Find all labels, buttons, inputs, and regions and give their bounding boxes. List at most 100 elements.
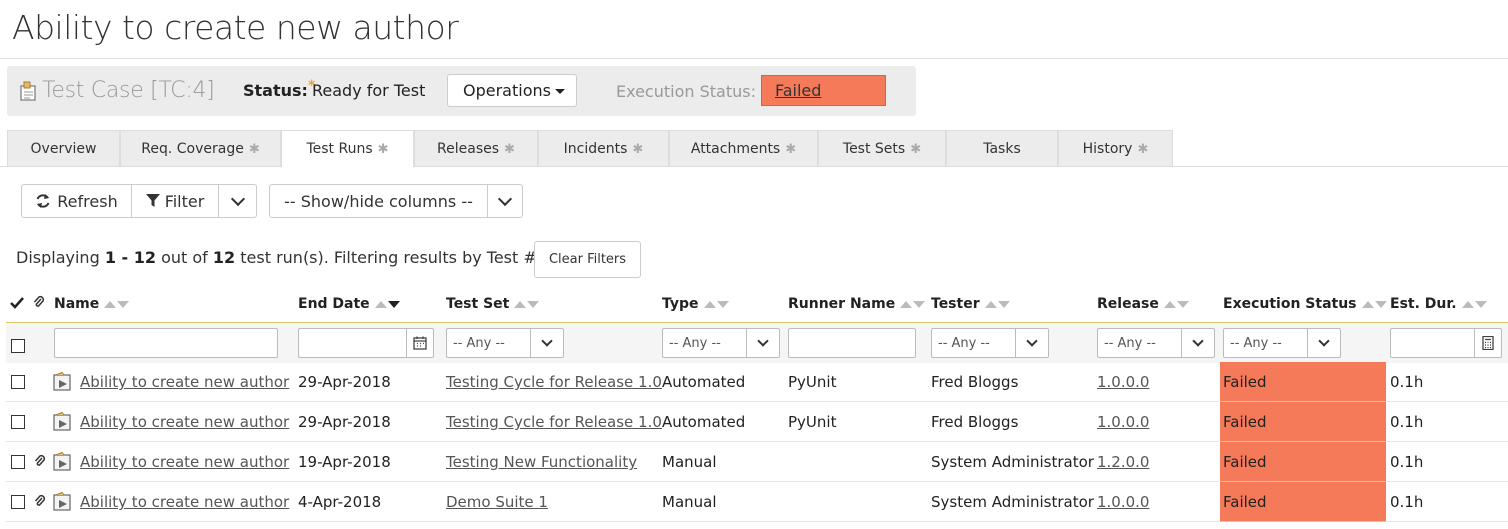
table-row[interactable]: Ability to create new author 19-Apr-2018… <box>6 442 1508 482</box>
star-icon: ✱ <box>1137 141 1149 157</box>
test-set-link[interactable]: Testing Cycle for Release 1.0 <box>446 413 662 431</box>
runner-name-filter-input[interactable] <box>788 328 916 358</box>
tab-history[interactable]: History ✱ <box>1058 130 1173 167</box>
star-icon: ✱ <box>910 141 922 157</box>
column-header-type[interactable]: Type <box>662 296 729 312</box>
release-filter-select[interactable]: -- Any -- <box>1097 328 1215 358</box>
test-set-link[interactable]: Testing New Functionality <box>446 453 637 471</box>
calculator-button[interactable] <box>1474 328 1502 358</box>
tabs-divider <box>0 166 1508 167</box>
type-cell: Automated <box>662 373 746 391</box>
tab-attachments[interactable]: Attachments ✱ <box>669 130 818 167</box>
status-value: Ready for Test <box>312 81 426 100</box>
end-date-cell: 29-Apr-2018 <box>298 413 391 431</box>
release-link[interactable]: 1.0.0.0 <box>1097 493 1149 511</box>
execution-status-badge[interactable]: Failed <box>761 75 886 106</box>
est-dur-cell: 0.1h <box>1390 373 1424 391</box>
attachment-icon[interactable] <box>34 454 46 469</box>
column-header-name[interactable]: Name <box>54 296 130 312</box>
operations-button[interactable]: Operations <box>447 74 577 107</box>
tester-filter-select[interactable]: -- Any -- <box>931 328 1049 358</box>
sort-icon[interactable] <box>900 296 926 312</box>
sort-icon[interactable] <box>703 296 729 312</box>
sort-icon[interactable] <box>984 296 1010 312</box>
test-set-link[interactable]: Demo Suite 1 <box>446 493 548 511</box>
row-checkbox[interactable] <box>11 415 25 429</box>
release-link[interactable]: 1.0.0.0 <box>1097 413 1149 431</box>
results-summary: Displaying 1 - 12 out of 12 test run(s).… <box>16 248 542 267</box>
tab-test-runs[interactable]: Test Runs ✱ <box>281 130 414 168</box>
end-date-filter-input[interactable] <box>298 328 406 358</box>
row-checkbox[interactable] <box>11 455 25 469</box>
test-run-name-link[interactable]: Ability to create new author <box>80 453 289 471</box>
runner-name-cell: PyUnit <box>788 413 837 431</box>
end-date-filter[interactable] <box>298 328 434 358</box>
test-case-header: Test Case [TC:4] Status:* Ready for Test… <box>7 66 916 116</box>
tab-releases[interactable]: Releases ✱ <box>414 130 538 167</box>
est-dur-filter[interactable] <box>1390 328 1502 358</box>
release-link[interactable]: 1.0.0.0 <box>1097 373 1149 391</box>
column-header-end-date[interactable]: End Date <box>298 296 400 312</box>
end-date-cell: 29-Apr-2018 <box>298 373 391 391</box>
column-header-est-dur[interactable]: Est. Dur. <box>1390 296 1487 312</box>
tab-overview[interactable]: Overview <box>7 130 120 167</box>
table-row[interactable]: Ability to create new author 29-Apr-2018… <box>6 402 1508 442</box>
tab-req-coverage[interactable]: Req. Coverage ✱ <box>120 130 281 167</box>
execution-status-filter-select[interactable]: -- Any -- <box>1223 328 1341 358</box>
test-case-id: [TC:4] <box>150 78 215 103</box>
test-run-name-link[interactable]: Ability to create new author <box>80 373 289 391</box>
test-run-name-link[interactable]: Ability to create new author <box>80 493 289 511</box>
execution-status-label: Execution Status: <box>616 82 756 101</box>
select-all-check-icon[interactable] <box>10 296 24 310</box>
type-cell: Automated <box>662 413 746 431</box>
runner-name-cell: PyUnit <box>788 373 837 391</box>
test-run-name-link[interactable]: Ability to create new author <box>80 413 289 431</box>
sort-icon[interactable] <box>1163 296 1189 312</box>
est-dur-filter-input[interactable] <box>1390 328 1474 358</box>
test-set-filter-select[interactable]: -- Any -- <box>446 328 564 358</box>
columns-select-label[interactable]: -- Show/hide columns -- <box>269 184 488 218</box>
table-row[interactable]: Ability to create new author 29-Apr-2018… <box>6 362 1508 402</box>
operations-label: Operations <box>463 81 551 100</box>
star-icon: ✱ <box>632 141 644 157</box>
table-row[interactable]: Ability to create new author 4-Apr-2018 … <box>6 482 1508 522</box>
release-link[interactable]: 1.2.0.0 <box>1097 453 1149 471</box>
est-dur-cell: 0.1h <box>1390 453 1424 471</box>
columns-dropdown-button[interactable] <box>488 184 523 218</box>
attachment-icon[interactable] <box>34 494 46 509</box>
column-header-runner-name[interactable]: Runner Name <box>788 296 926 312</box>
column-header-test-set[interactable]: Test Set <box>446 296 540 312</box>
test-case-title: Test Case [TC:4] <box>42 78 215 103</box>
filter-dropdown-button[interactable] <box>219 184 257 218</box>
filter-label: Filter <box>164 191 205 211</box>
sort-icon[interactable] <box>1461 296 1487 312</box>
est-dur-cell: 0.1h <box>1390 413 1424 431</box>
row-checkbox[interactable] <box>11 375 25 389</box>
test-case-icon <box>20 81 36 101</box>
sort-icon[interactable] <box>1361 296 1387 312</box>
name-filter-input[interactable] <box>54 328 278 358</box>
row-checkbox[interactable] <box>11 495 25 509</box>
sort-icon[interactable] <box>514 296 540 312</box>
execution-status-cell: Failed <box>1220 482 1386 522</box>
test-set-link[interactable]: Testing Cycle for Release 1.0 <box>446 373 662 391</box>
tab-test-sets[interactable]: Test Sets ✱ <box>818 130 946 167</box>
status-label: Status:* <box>243 78 316 100</box>
tester-cell: System Administrator <box>931 453 1094 471</box>
tab-incidents[interactable]: Incidents ✱ <box>538 130 669 167</box>
star-icon: ✱ <box>248 141 260 157</box>
filter-button[interactable]: Filter <box>132 184 219 218</box>
calendar-button[interactable] <box>406 328 434 358</box>
tab-tasks[interactable]: Tasks <box>946 130 1058 167</box>
columns-select[interactable]: -- Show/hide columns -- <box>269 184 523 218</box>
filter-row-checkbox[interactable] <box>11 339 25 353</box>
column-header-tester[interactable]: Tester <box>931 296 1010 312</box>
column-header-execution-status[interactable]: Execution Status <box>1223 296 1387 312</box>
sort-icon[interactable] <box>104 296 130 312</box>
type-filter-select[interactable]: -- Any -- <box>662 328 780 358</box>
clear-filters-button[interactable]: Clear Filters <box>534 241 641 278</box>
column-header-release[interactable]: Release <box>1097 296 1189 312</box>
tester-cell: System Administrator <box>931 493 1094 511</box>
sort-descending-icon[interactable] <box>374 296 400 312</box>
refresh-button[interactable]: Refresh <box>21 184 132 218</box>
